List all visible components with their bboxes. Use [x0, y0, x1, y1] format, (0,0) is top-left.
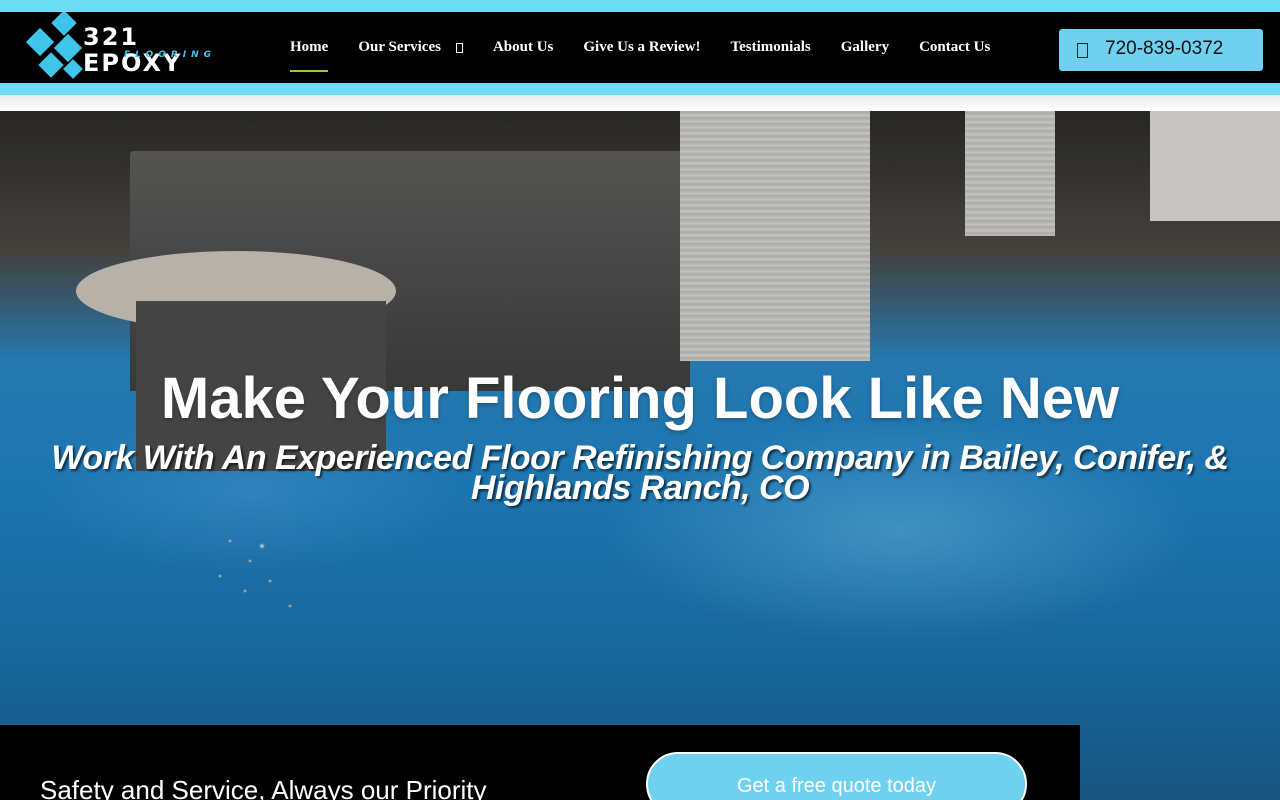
cta-panel: Safety and Service, Always our Priority …	[0, 725, 1080, 800]
site-header: 321 EPOXY FLOORING Home Our Services Abo…	[0, 12, 1280, 83]
hero-subtitle: Work With An Experienced Floor Refinishi…	[51, 439, 1229, 507]
dropdown-caret-icon	[455, 43, 463, 53]
logo-tagline: FLOORING	[124, 50, 217, 60]
phone-icon	[1077, 43, 1088, 58]
phone-button[interactable]: 720-839-0372	[1059, 29, 1263, 71]
nav-give-review[interactable]: Give Us a Review!	[568, 12, 715, 83]
nav-our-services[interactable]: Our Services	[343, 12, 478, 83]
nav-home-label: Home	[290, 39, 329, 55]
nav-testimonials-label: Testimonials	[730, 39, 811, 55]
hero-title: Make Your Flooring Look Like New	[160, 366, 1120, 431]
free-quote-label: Get a free quote today	[736, 775, 937, 797]
header-accent-band	[0, 83, 1280, 95]
nav-contact-us-label: Contact Us	[919, 39, 991, 55]
nav-gallery[interactable]: Gallery	[826, 12, 904, 83]
logo-diamond-icon	[25, 12, 83, 79]
nav-home[interactable]: Home	[275, 12, 343, 83]
nav-about-us-label: About Us	[492, 39, 554, 55]
site-logo[interactable]: 321 EPOXY FLOORING	[22, 12, 222, 83]
nav-testimonials[interactable]: Testimonials	[715, 12, 825, 83]
nav-give-review-label: Give Us a Review!	[583, 39, 701, 55]
top-accent-bar	[0, 0, 1280, 12]
nav-contact-us[interactable]: Contact Us	[904, 12, 1005, 83]
free-quote-button[interactable]: Get a free quote today	[646, 752, 1027, 800]
nav-gallery-label: Gallery	[840, 39, 890, 55]
main-nav: Home Our Services About Us Give Us a Rev…	[275, 12, 1005, 83]
nav-about-us[interactable]: About Us	[478, 12, 568, 83]
nav-our-services-label: Our Services	[358, 39, 441, 55]
hero-section: Make Your Flooring Look Like New Work Wi…	[0, 111, 1280, 800]
cta-text: Safety and Service, Always our Priority	[40, 775, 487, 800]
header-shadow-band	[0, 95, 1280, 111]
phone-number: 720-839-0372	[1105, 38, 1224, 59]
